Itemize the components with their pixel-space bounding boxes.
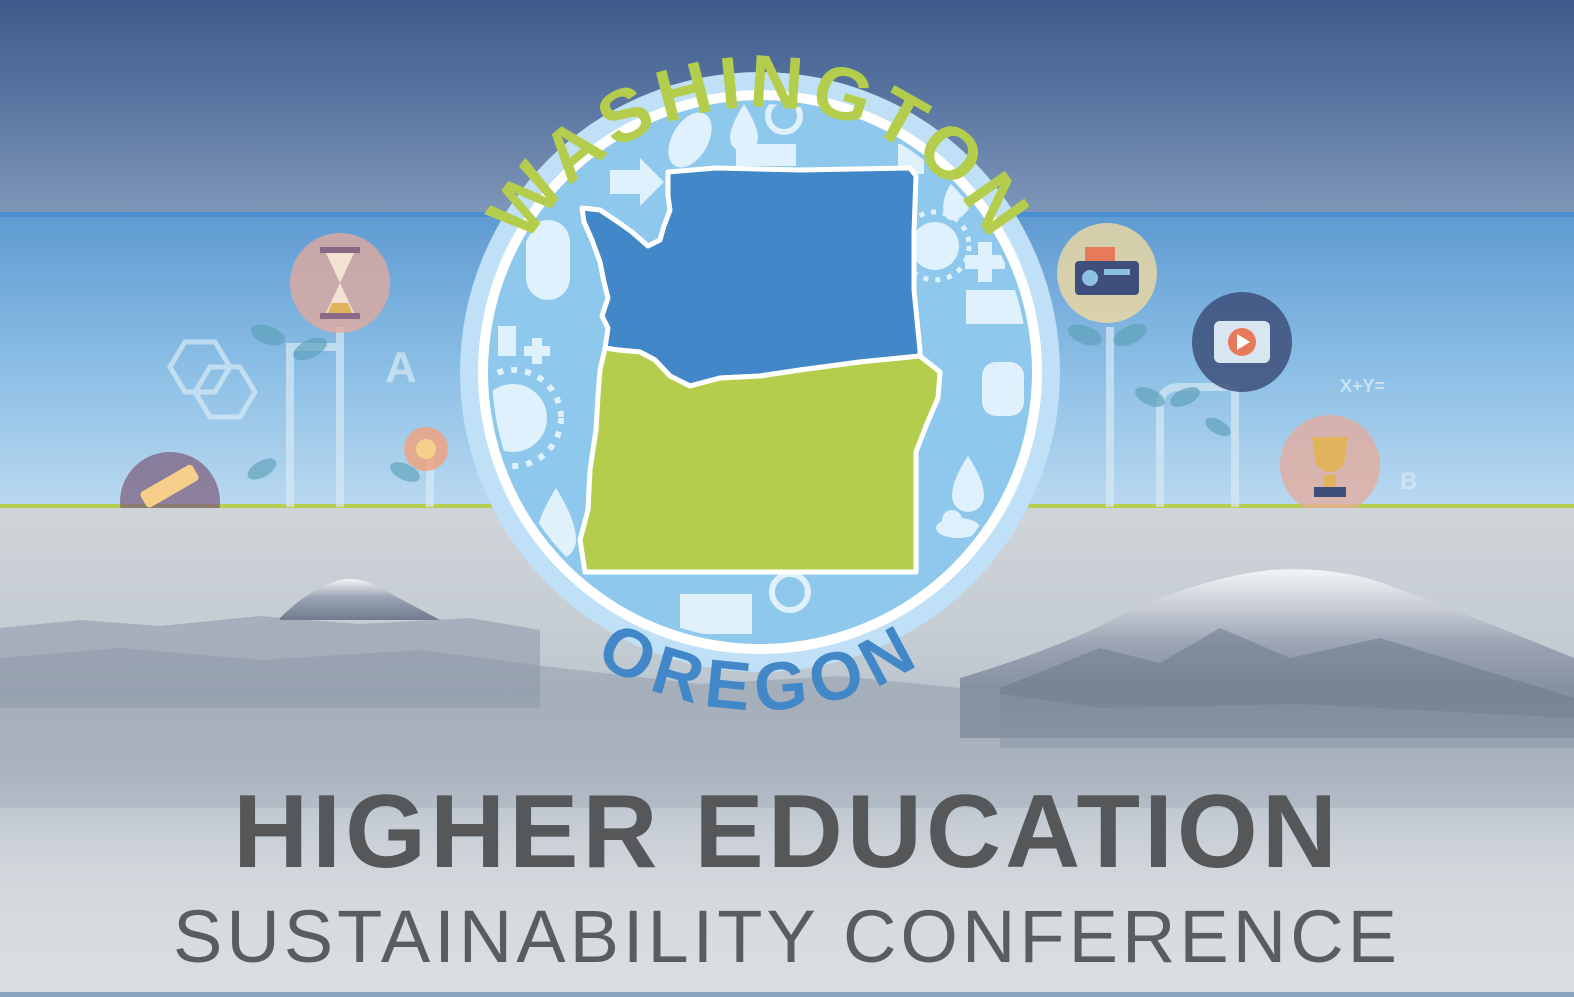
oregon-state-map xyxy=(577,345,943,575)
conference-subtitle: SUSTAINABILITY CONFERENCE xyxy=(172,895,1402,978)
lightbulb-icon xyxy=(982,362,1024,416)
conference-title: HIGHER EDUCATION xyxy=(233,774,1341,890)
